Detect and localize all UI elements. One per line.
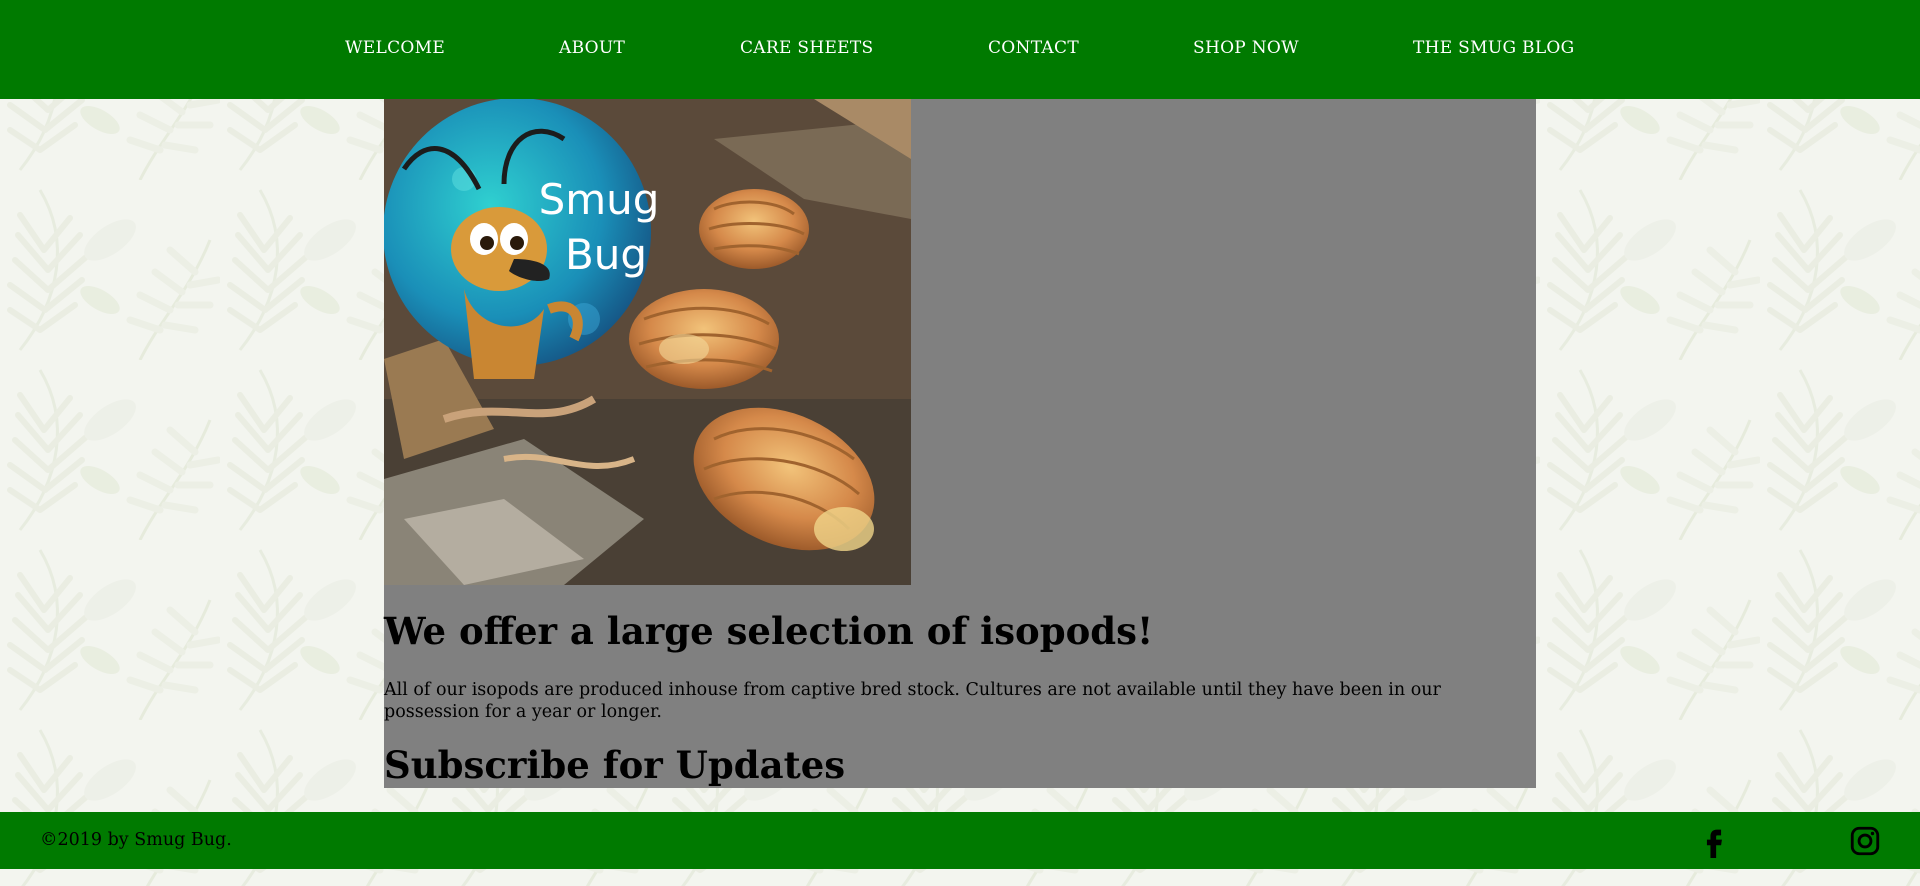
logo-text-smug: Smug: [539, 175, 660, 224]
nav-smug-blog[interactable]: THE SMUG BLOG: [1413, 38, 1575, 58]
nav-welcome[interactable]: WELCOME: [345, 38, 445, 58]
copyright-text: ©2019 by Smug Bug.: [40, 830, 232, 850]
nav-contact[interactable]: CONTACT: [988, 38, 1079, 58]
instagram-icon[interactable]: [1848, 824, 1882, 858]
top-navigation: WELCOME ABOUT CARE SHEETS CONTACT SHOP N…: [0, 0, 1920, 99]
footer: ©2019 by Smug Bug.: [0, 812, 1920, 869]
nav-about[interactable]: ABOUT: [559, 38, 625, 58]
hero-isopod-photo: Smug Bug: [384, 99, 911, 585]
logo-text-bug: Bug: [565, 230, 647, 279]
main-content-panel: Smug Bug We offer a large selection of i…: [384, 99, 1536, 788]
subscribe-heading: Subscribe for Updates: [384, 743, 846, 787]
facebook-icon[interactable]: [1697, 824, 1731, 858]
intro-paragraph: All of our isopods are produced inhouse …: [384, 680, 1441, 722]
nav-shop-now[interactable]: SHOP NOW: [1193, 38, 1299, 58]
headline: We offer a large selection of isopods!: [384, 609, 1154, 653]
nav-care-sheets[interactable]: CARE SHEETS: [740, 38, 873, 58]
